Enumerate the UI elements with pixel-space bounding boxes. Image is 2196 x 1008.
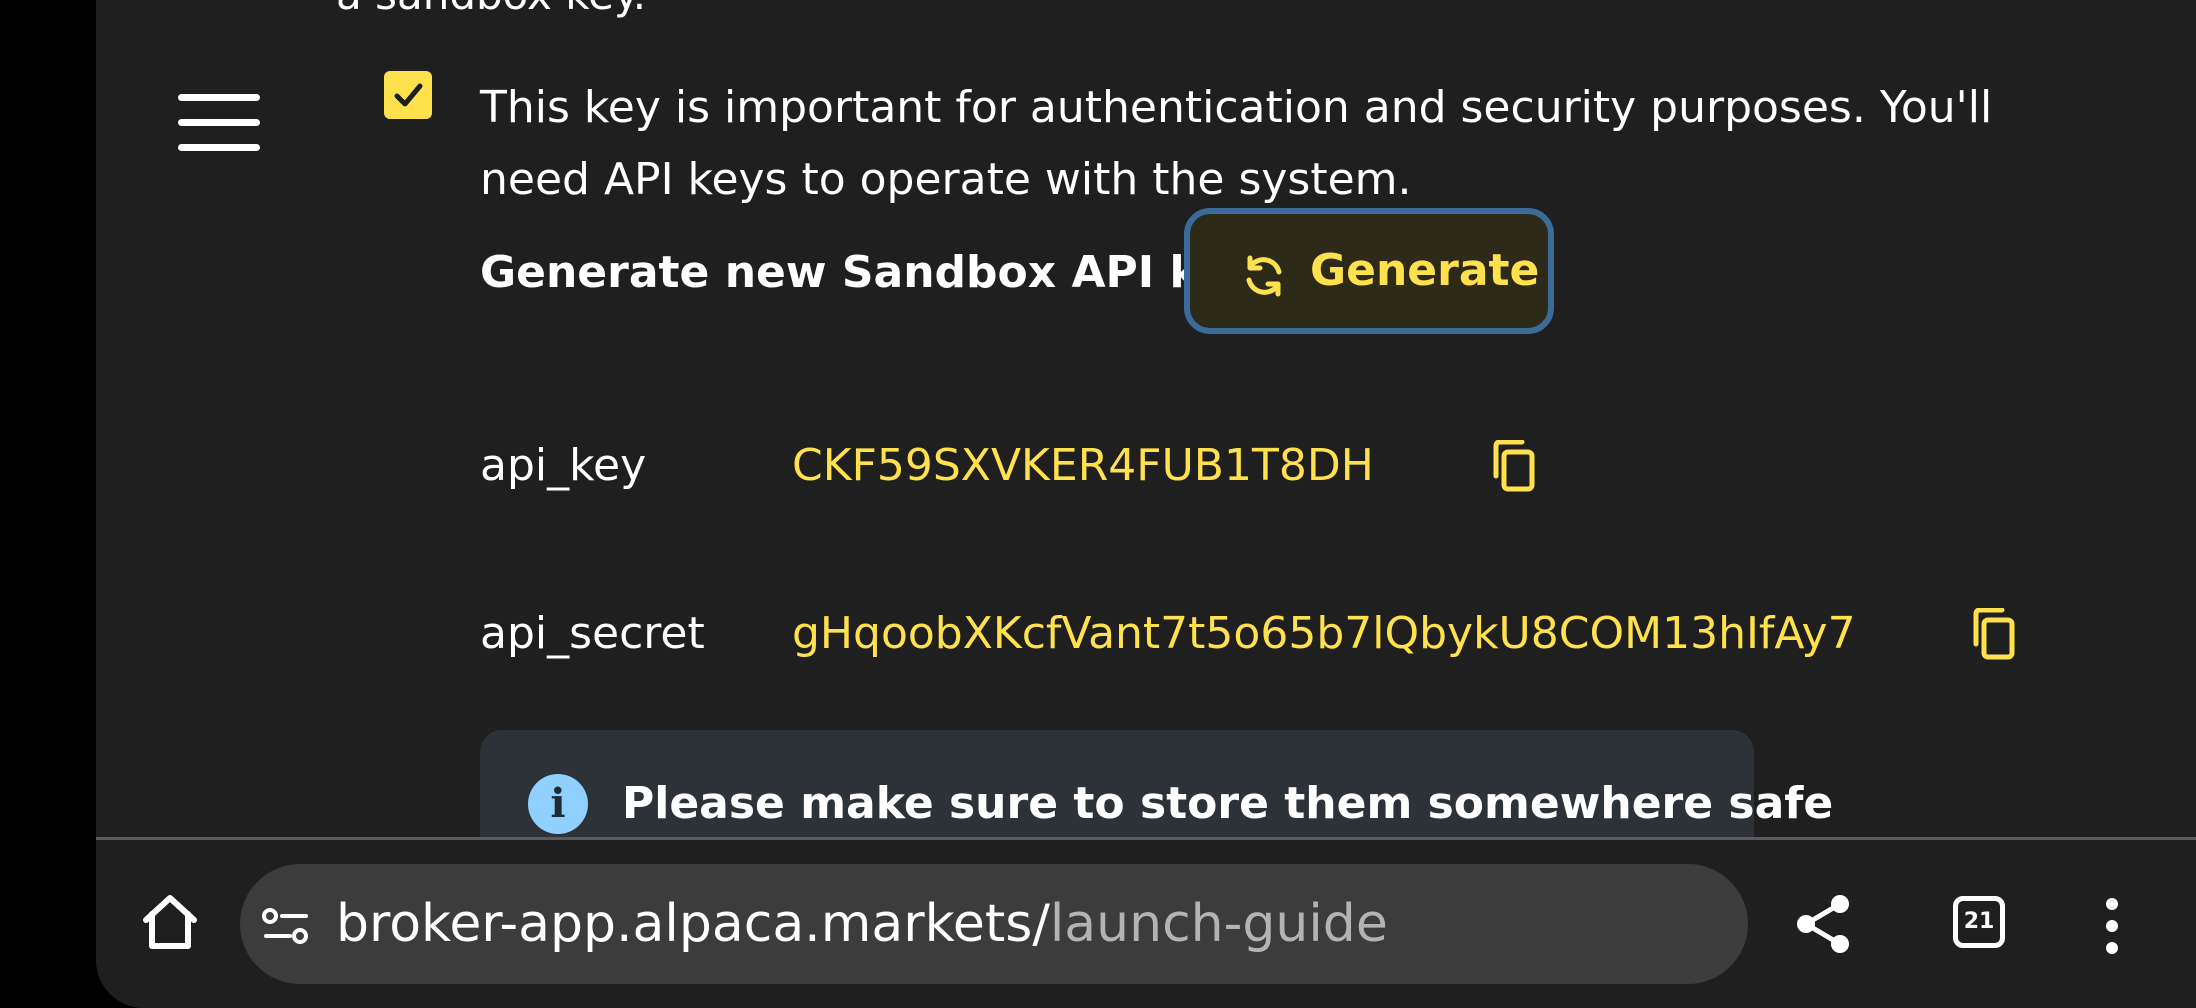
info-icon: i xyxy=(528,774,588,834)
api-secret-value: gHqoobXKcfVant7t5o65b7lQbykU8COM13hIfAy7 xyxy=(792,608,1856,659)
key-description: This key is important for authentication… xyxy=(480,82,1993,205)
copy-api-secret-icon[interactable] xyxy=(1970,608,2016,660)
safety-notice-text: Please make sure to store them somewhere… xyxy=(622,778,1834,829)
generate-button[interactable]: Generate xyxy=(1184,208,1554,334)
url-text[interactable]: broker-app.alpaca.markets/launch-guide xyxy=(336,890,1388,958)
menu-icon[interactable] xyxy=(178,94,260,152)
cutoff-text: a sandbox key. xyxy=(336,0,646,19)
acknowledge-checkbox[interactable] xyxy=(384,71,432,119)
phone-screen: a sandbox key. This key is important for… xyxy=(96,0,2196,1008)
more-icon[interactable] xyxy=(2104,898,2120,954)
home-icon[interactable] xyxy=(140,892,200,952)
url-host: broker-app.alpaca.markets/ xyxy=(336,894,1050,954)
api-secret-label: api_secret xyxy=(480,608,705,659)
refresh-icon xyxy=(1246,255,1282,297)
tabs-icon[interactable]: 21 xyxy=(1953,896,2005,948)
web-page: a sandbox key. This key is important for… xyxy=(96,0,2196,837)
check-icon xyxy=(394,83,423,107)
site-settings-icon[interactable] xyxy=(262,906,312,946)
address-bar[interactable]: broker-app.alpaca.markets/launch-guide xyxy=(240,864,1748,984)
url-path: launch-guide xyxy=(1049,894,1388,954)
safety-notice: i Please make sure to store them somewhe… xyxy=(480,730,1833,837)
browser-toolbar: broker-app.alpaca.markets/launch-guide 2… xyxy=(96,840,2196,1008)
tab-count: 21 xyxy=(1963,909,1995,934)
share-icon[interactable] xyxy=(1792,892,1856,956)
generate-label: Generate new Sandbox API keys xyxy=(480,247,1283,298)
api-key-label: api_key xyxy=(480,440,647,491)
generate-button-label: Generate xyxy=(1310,245,1540,296)
copy-api-key-icon[interactable] xyxy=(1490,440,1536,492)
api-key-value: CKF59SXVKER4FUB1T8DH xyxy=(792,440,1374,491)
